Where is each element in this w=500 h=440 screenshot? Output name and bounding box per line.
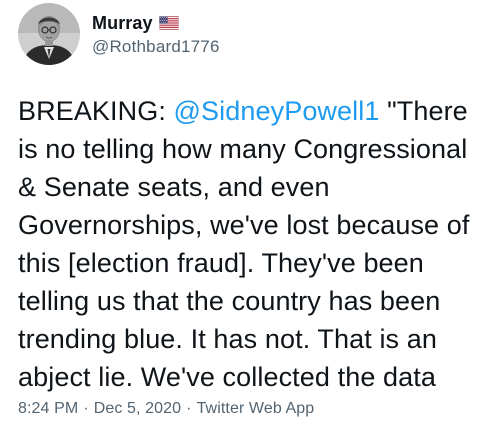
- tweet-header: Murray @Rothbard1776: [18, 3, 220, 65]
- mention-link[interactable]: @SidneyPowell1: [174, 96, 380, 126]
- display-name[interactable]: Murray: [92, 13, 153, 34]
- tweet-meta: 8:24 PM · Dec 5, 2020 · Twitter Web App: [18, 400, 314, 418]
- avatar-photo-icon: [18, 3, 80, 65]
- meta-separator: ·: [83, 400, 89, 417]
- user-identity: Murray @Rothbard1776: [92, 11, 220, 57]
- tweet-time[interactable]: 8:24 PM: [18, 400, 78, 418]
- avatar[interactable]: [18, 3, 80, 65]
- meta-separator: ·: [186, 400, 192, 417]
- user-handle[interactable]: @Rothbard1776: [92, 37, 220, 57]
- tweet-text-quote: "There is no telling how many Congressio…: [18, 96, 470, 392]
- tweet-source[interactable]: Twitter Web App: [197, 400, 315, 418]
- tweet-card: Murray @Rothbard1776 BREAKING: @SidneyPo…: [0, 0, 500, 440]
- tweet-text-intro: BREAKING:: [18, 96, 174, 126]
- us-flag-icon: [158, 16, 179, 30]
- name-row: Murray: [92, 11, 220, 35]
- tweet-text: BREAKING: @SidneyPowell1 "There is no te…: [18, 92, 490, 396]
- tweet-date[interactable]: Dec 5, 2020: [94, 400, 181, 418]
